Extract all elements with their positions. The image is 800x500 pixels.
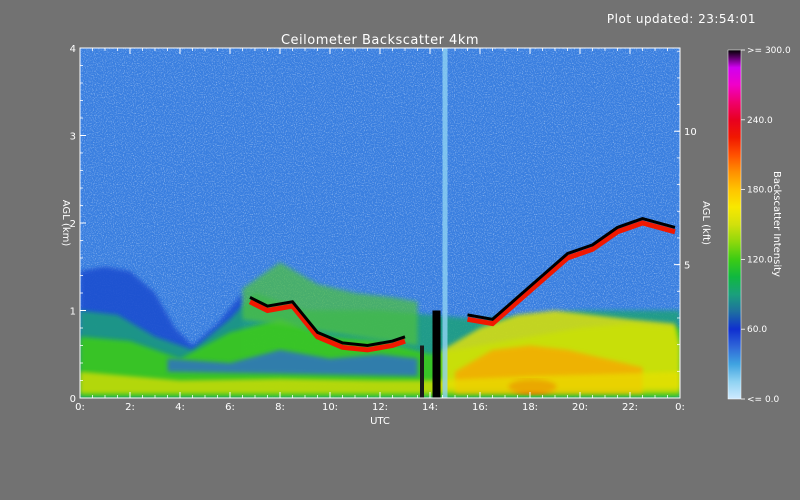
y-axis-label-right: AGL (kft)	[700, 201, 711, 245]
colorbar-label: Backscatter Intensity	[771, 171, 782, 277]
y-axis-label-left: AGL (km)	[60, 200, 71, 247]
x-tick-label: 16:	[472, 402, 488, 413]
light-streak	[442, 48, 448, 398]
colorbar-tick-label: 60.0	[747, 325, 767, 335]
x-tick-label: 2:	[125, 402, 135, 413]
colorbar-tick-label: 120.0	[747, 255, 773, 265]
y-left-tick-label: 1	[70, 307, 76, 318]
x-tick-label: 20:	[572, 402, 588, 413]
x-tick-label: 8:	[275, 402, 285, 413]
x-tick-label: 6:	[225, 402, 235, 413]
precipitation-column	[432, 310, 441, 398]
precipitation-streak	[420, 345, 424, 398]
x-tick-label: 22:	[622, 402, 638, 413]
colorbar-tick-label: 180.0	[747, 186, 773, 196]
colorbar-tick-label: >= 300.0	[747, 46, 791, 56]
y-right-tick-label: 10	[684, 127, 697, 138]
x-tick-label: 18:	[522, 402, 538, 413]
y-left-tick-label: 0	[70, 394, 76, 405]
x-tick-label: 12:	[372, 402, 388, 413]
x-tick-label: 0:	[75, 402, 85, 413]
x-axis-label: UTC	[370, 416, 390, 427]
backscatter-heatmap	[80, 48, 680, 398]
colorbar-tick-label: 240.0	[747, 116, 773, 126]
colorbar	[727, 49, 742, 400]
x-tick-label: 0:	[675, 402, 685, 413]
y-left-tick-label: 3	[70, 132, 76, 143]
ceilometer-chart: 0: 2: 4: 6: 8: 10: 12: 14: 16: 18: 20: 22: 0:0123451…	[60, 44, 791, 427]
y-left-tick-label: 4	[70, 44, 76, 55]
x-tick-label: 14:	[422, 402, 438, 413]
x-tick-label: 10:	[322, 402, 338, 413]
y-right-tick-label: 5	[684, 261, 690, 272]
colorbar-tick-label: <= 0.0	[747, 395, 780, 405]
x-tick-label: 4:	[175, 402, 185, 413]
